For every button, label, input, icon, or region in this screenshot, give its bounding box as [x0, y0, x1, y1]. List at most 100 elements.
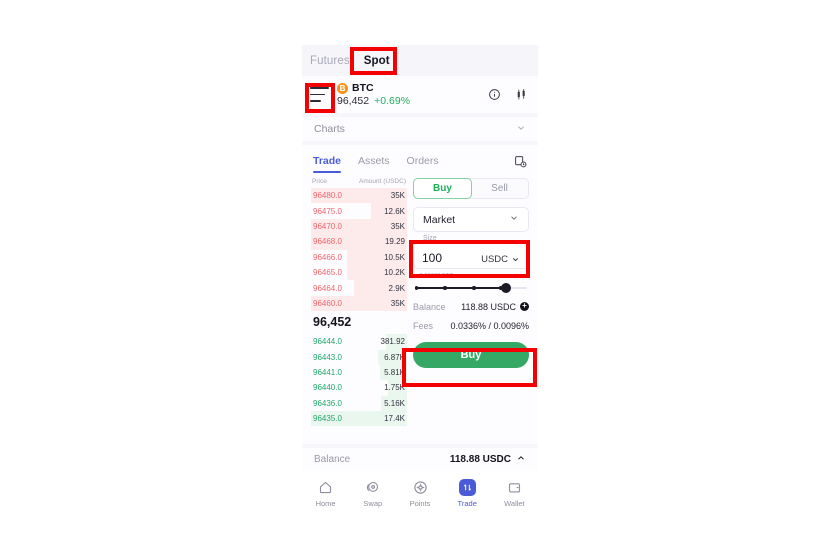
- nav-item-wallet[interactable]: Wallet: [491, 479, 538, 508]
- wallet-icon: [507, 479, 522, 496]
- size-field-label: Size: [420, 235, 440, 242]
- tab-assets[interactable]: Assets: [358, 155, 390, 173]
- nav-item-home[interactable]: Home: [302, 479, 349, 508]
- buy-sell-toggle: Buy Sell: [413, 178, 529, 199]
- trade-panel: Trade Assets Orders Price Amount (USDC) …: [302, 145, 538, 444]
- order-book-row[interactable]: 96480.0 35K: [311, 188, 407, 204]
- chevron-down-icon: [512, 258, 519, 262]
- slider-tick-0: [415, 286, 419, 290]
- order-book-price: 96465.0: [313, 268, 342, 278]
- balance-summary-bar[interactable]: Balance 118.88 USDC: [302, 448, 538, 471]
- submit-buy-button[interactable]: Buy: [413, 342, 529, 368]
- chevron-down-icon: [516, 123, 526, 136]
- slider-tick-50: [472, 286, 476, 290]
- order-book-row[interactable]: 96440.0 1.75K: [311, 380, 407, 396]
- order-book-row[interactable]: 96470.0 35K: [311, 218, 407, 235]
- order-book-price: 96435.0: [313, 414, 342, 424]
- order-book-price: 96475.0: [313, 206, 342, 216]
- size-unit-select[interactable]: USDC: [481, 254, 520, 265]
- tab-orders[interactable]: Orders: [407, 155, 439, 173]
- balance-bar-label: Balance: [314, 454, 351, 465]
- candlestick-icon[interactable]: [515, 88, 528, 101]
- tab-futures[interactable]: Futures: [310, 55, 350, 67]
- order-book-price: 96464.0: [313, 283, 342, 293]
- order-book-amount: 35K: [390, 191, 405, 201]
- order-book-price: 96480.0: [313, 191, 342, 201]
- order-book-row[interactable]: 96475.0 12.6K: [311, 203, 407, 219]
- order-book-asks: 96480.0 35K 96475.0 12.6K 96470.0 35K 96468.0 1…: [311, 188, 407, 312]
- coin-price: 96,452: [337, 95, 370, 107]
- nav-item-trade[interactable]: Trade: [444, 479, 491, 508]
- order-book-row[interactable]: 96468.0 19.29: [311, 234, 407, 250]
- size-input-value: 100: [422, 251, 443, 265]
- order-history-icon[interactable]: [514, 155, 527, 172]
- bitcoin-badge-icon: B: [337, 82, 348, 94]
- order-book-row[interactable]: 96444.0 381.92: [311, 334, 407, 350]
- order-book-price: 96470.0: [313, 221, 342, 231]
- slider-knob[interactable]: [501, 283, 512, 293]
- coin-symbol: BTC: [352, 82, 374, 94]
- balance-row: Balance 118.88 USDC +: [413, 299, 529, 314]
- tab-trade[interactable]: Trade: [313, 155, 342, 173]
- order-book-row[interactable]: 96443.0 6.87K: [311, 349, 407, 365]
- order-book-amount: 381.92: [380, 337, 405, 347]
- order-book-amount: 2.9K: [388, 283, 405, 293]
- order-book-price: 96444.0: [313, 337, 342, 347]
- order-book-amount: 17.4K: [384, 414, 405, 424]
- order-book-amount: 10.2K: [384, 268, 405, 278]
- buy-tab[interactable]: Buy: [413, 178, 472, 199]
- mid-price: 96,452: [313, 315, 352, 330]
- slider-filled: [415, 287, 506, 289]
- tab-spot[interactable]: Spot: [364, 55, 390, 67]
- plus-circle-icon[interactable]: +: [520, 302, 529, 311]
- chevron-down-icon: [509, 213, 519, 226]
- size-input[interactable]: 100 USDC: [413, 240, 529, 269]
- home-icon: [318, 479, 333, 496]
- order-book-row[interactable]: 96465.0 10.2K: [311, 264, 407, 281]
- order-form: Buy Sell Market Size 100 USDC ≈ 0.00103 …: [413, 178, 529, 444]
- order-type-value: Market: [423, 213, 456, 226]
- order-book-amount: 6.87K: [384, 352, 405, 362]
- order-book-bids: 96444.0 381.92 96443.0 6.87K 96441.0 5.81K 964…: [311, 334, 407, 427]
- info-icon[interactable]: [488, 88, 501, 101]
- balance-label: Balance: [413, 301, 446, 312]
- charts-collapsible-row[interactable]: Charts: [302, 117, 538, 141]
- order-book-row[interactable]: 96460.0 35K: [311, 295, 407, 312]
- order-book-row[interactable]: 96441.0 5.81K: [311, 364, 407, 381]
- nav-item-swap[interactable]: Swap: [349, 479, 396, 508]
- order-book-amount: 19.29: [384, 237, 405, 247]
- coin-info[interactable]: B BTC 96,452 +0.69%: [337, 82, 410, 107]
- size-field-wrapper: Size 100 USDC: [413, 235, 529, 269]
- mobile-app-frame: Futures Spot B BTC 96,452 +0.69% Charts …: [302, 45, 538, 513]
- trade-icon: [458, 479, 476, 496]
- nav-label-home: Home: [315, 499, 336, 508]
- order-book-amount: 35K: [390, 221, 405, 231]
- order-book-row[interactable]: 96464.0 2.9K: [311, 280, 407, 296]
- col-amount: Amount (USDC): [359, 178, 406, 185]
- order-book-row[interactable]: 96435.0 17.4K: [311, 411, 407, 427]
- nav-label-wallet: Wallet: [504, 499, 525, 508]
- order-book-amount: 10.5K: [384, 252, 405, 262]
- order-book-amount: 35K: [390, 298, 405, 308]
- order-book-row[interactable]: 96436.0 5.16K: [311, 395, 407, 412]
- nav-item-points[interactable]: Points: [396, 479, 443, 508]
- order-book-header: Price Amount (USDC): [311, 178, 407, 188]
- size-slider[interactable]: [413, 281, 529, 295]
- coin-change: +0.69%: [374, 95, 411, 107]
- size-unit-value: USDC: [481, 254, 508, 265]
- balance-value-group: 118.88 USDC +: [461, 302, 529, 312]
- order-book-price: 96468.0: [313, 237, 342, 247]
- nav-label-points: Points: [409, 499, 431, 508]
- order-book-price: 96460.0: [313, 298, 342, 308]
- order-book-row[interactable]: 96466.0 10.5K: [311, 249, 407, 265]
- order-book-amount: 5.16K: [384, 398, 405, 408]
- order-book-price: 96443.0: [313, 352, 342, 362]
- sell-tab[interactable]: Sell: [471, 179, 528, 198]
- header-icon-group: [488, 88, 528, 101]
- hamburger-list-icon[interactable]: [310, 87, 329, 102]
- order-type-select[interactable]: Market: [413, 207, 529, 232]
- col-price: Price: [312, 178, 327, 185]
- size-approx-btc: ≈ 0.00103 BTC: [415, 273, 454, 279]
- charts-label: Charts: [314, 123, 345, 135]
- fees-label: Fees: [413, 320, 434, 331]
